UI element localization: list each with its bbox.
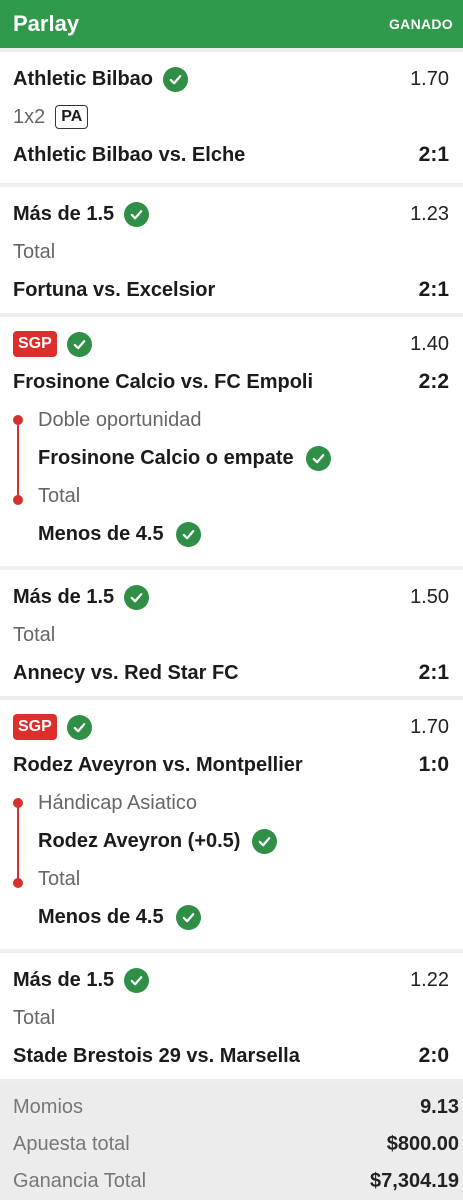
leg-market: Total	[13, 1006, 56, 1029]
leg-event: Rodez Aveyron vs. Montpellier	[13, 753, 303, 776]
sgp-timeline	[13, 798, 23, 888]
leg-odds: 1.70	[410, 67, 449, 90]
check-circle-icon	[124, 584, 150, 610]
leg-odds: 1.22	[410, 968, 449, 991]
parlay-header: Parlay GANADO	[0, 0, 463, 48]
selection-pick: Rodez Aveyron (+0.5)	[38, 829, 241, 852]
leg-odds: 1.23	[410, 202, 449, 225]
check-circle-icon	[66, 714, 92, 740]
leg-market: 1x2	[13, 105, 46, 128]
sgp-badge: SGP	[13, 331, 57, 357]
leg-market: Total	[13, 240, 56, 263]
selection-market: Total	[38, 867, 81, 890]
bet-leg[interactable]: Athletic Bilbao 1.70 1x2 PA Athletic Bil…	[0, 48, 463, 183]
leg-event: Fortuna vs. Excelsior	[13, 278, 216, 301]
leg-score: 2:2	[418, 370, 449, 393]
leg-pick: Athletic Bilbao	[13, 67, 154, 90]
page-title: Parlay	[13, 11, 80, 36]
stake-value: $800.00	[386, 1133, 459, 1155]
leg-event: Frosinone Calcio vs. FC Empoli	[13, 370, 314, 393]
sgp-badge: SGP	[13, 714, 57, 740]
check-circle-icon	[163, 66, 189, 92]
check-circle-icon	[124, 201, 150, 227]
leg-score: 2:1	[418, 143, 449, 166]
leg-pick: Más de 1.5	[13, 968, 115, 991]
leg-odds: 1.40	[410, 332, 449, 355]
sgp-leg[interactable]: SGP 1.70 Rodez Aveyron vs. Montpellier 1…	[0, 696, 463, 949]
leg-pick: Más de 1.5	[13, 202, 115, 225]
leg-score: 1:0	[418, 753, 449, 776]
sgp-selections: Doble oportunidad Frosinone Calcio o emp…	[13, 401, 449, 561]
leg-score: 2:1	[418, 661, 449, 684]
check-circle-icon	[175, 521, 201, 547]
momios-label: Momios	[13, 1096, 84, 1118]
leg-event: Athletic Bilbao vs. Elche	[13, 143, 246, 166]
leg-odds: 1.70	[410, 715, 449, 738]
check-circle-icon	[124, 967, 150, 993]
leg-odds: 1.50	[410, 585, 449, 608]
bet-leg[interactable]: Más de 1.5 1.22 Total Stade Brestois 29 …	[0, 949, 463, 1079]
selection-pick: Menos de 4.5	[38, 905, 164, 928]
leg-event: Annecy vs. Red Star FC	[13, 661, 239, 684]
sgp-selections: Hándicap Asiatico Rodez Aveyron (+0.5) T…	[13, 784, 449, 944]
stake-label: Apuesta total	[13, 1133, 130, 1155]
selection-market: Hándicap Asiatico	[38, 791, 197, 814]
check-circle-icon	[175, 904, 201, 930]
sgp-timeline	[13, 415, 23, 505]
bet-leg[interactable]: Más de 1.5 1.50 Total Annecy vs. Red Sta…	[0, 566, 463, 696]
leg-score: 2:1	[418, 278, 449, 301]
check-circle-icon	[305, 445, 331, 471]
momios-value: 9.13	[420, 1096, 459, 1118]
win-value: $7,304.19	[370, 1170, 459, 1192]
status-badge: GANADO	[388, 16, 453, 32]
leg-score: 2:0	[418, 1044, 449, 1067]
selection-market: Total	[38, 484, 81, 507]
selection-market: Doble oportunidad	[38, 408, 202, 431]
check-circle-icon	[66, 331, 92, 357]
bet-leg[interactable]: Más de 1.5 1.23 Total Fortuna vs. Excels…	[0, 183, 463, 313]
check-circle-icon	[252, 828, 278, 854]
selection-pick: Frosinone Calcio o empate	[38, 446, 294, 469]
leg-event: Stade Brestois 29 vs. Marsella	[13, 1044, 300, 1067]
pa-badge: PA	[55, 105, 89, 129]
selection-pick: Menos de 4.5	[38, 522, 164, 545]
bet-summary: Momios 9.13 Apuesta total $800.00 Gananc…	[0, 1079, 463, 1200]
leg-market: Total	[13, 623, 56, 646]
sgp-leg[interactable]: SGP 1.40 Frosinone Calcio vs. FC Empoli …	[0, 313, 463, 566]
win-label: Ganancia Total	[13, 1170, 147, 1192]
leg-pick: Más de 1.5	[13, 585, 115, 608]
